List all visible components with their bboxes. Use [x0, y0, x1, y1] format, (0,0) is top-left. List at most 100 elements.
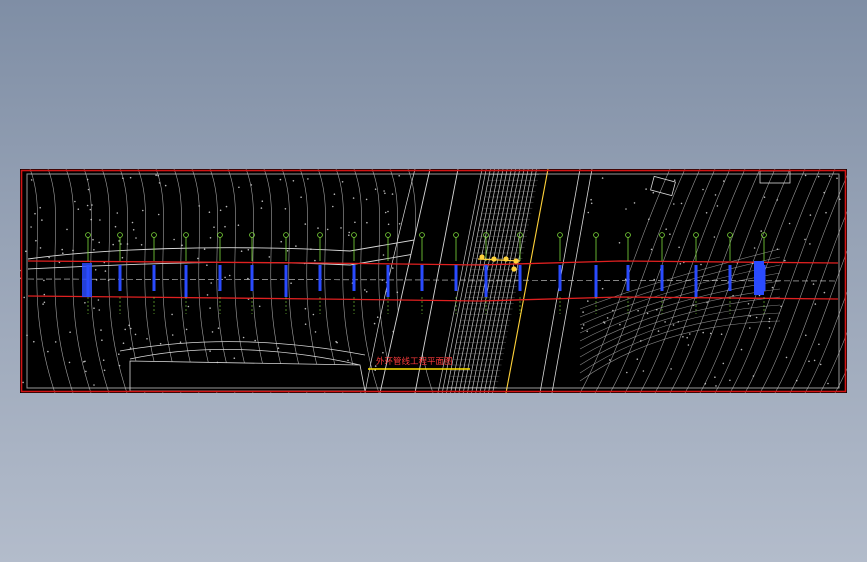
tree-symbol — [317, 227, 319, 229]
tree-symbol — [92, 238, 94, 241]
tree-symbol — [636, 358, 639, 360]
tree-symbol — [749, 315, 751, 317]
contour-line — [579, 312, 781, 374]
tree-symbol — [768, 320, 770, 323]
tree-symbol — [93, 307, 95, 309]
tree-symbol — [22, 381, 24, 384]
label-node — [283, 232, 289, 238]
section-marker — [558, 265, 562, 291]
tree-symbol — [314, 331, 317, 333]
contour-line — [155, 169, 182, 393]
railway-corridor — [437, 169, 593, 393]
tree-symbol — [392, 267, 394, 269]
tree-symbol — [69, 331, 71, 333]
section-marker — [152, 265, 156, 291]
tree-symbol — [155, 174, 157, 176]
tree-symbol — [587, 300, 589, 302]
label-node — [693, 232, 699, 238]
cad-plan-view: 外环管线工程平面图 — [20, 169, 847, 393]
tree-symbol — [114, 225, 117, 228]
tree-symbol — [304, 223, 307, 225]
tree-symbol — [788, 222, 791, 225]
label-node — [557, 232, 563, 238]
tree-symbol — [722, 362, 725, 365]
section-marker — [594, 265, 598, 297]
tree-symbol — [116, 212, 119, 214]
section-marker — [660, 265, 664, 291]
tree-symbol — [814, 303, 817, 305]
tree-symbol — [780, 305, 782, 308]
section-marker — [250, 265, 254, 291]
tree-symbol — [93, 249, 95, 251]
section-marker — [386, 265, 390, 297]
tree-symbol — [648, 218, 650, 221]
tree-symbol — [164, 184, 167, 187]
tree-symbol — [237, 224, 240, 226]
tree-symbol — [819, 363, 822, 366]
contour-line — [119, 169, 146, 393]
tree-symbol — [753, 247, 756, 249]
label-node — [727, 232, 733, 238]
tree-symbol — [673, 179, 676, 181]
tree-symbol — [335, 340, 337, 343]
tree-symbol — [720, 333, 723, 335]
tree-symbol — [279, 178, 282, 181]
tree-symbol — [206, 294, 209, 296]
tree-symbol — [157, 174, 159, 177]
road-edge — [551, 169, 593, 393]
tree-symbol — [39, 206, 41, 209]
tree-symbol — [347, 359, 349, 362]
tree-symbol — [103, 369, 106, 372]
label-node — [183, 232, 189, 238]
tree-symbol — [582, 324, 585, 326]
tree-symbol — [134, 333, 137, 336]
tree-symbol — [146, 338, 148, 340]
tree-symbol — [101, 339, 103, 341]
tree-symbol — [398, 223, 401, 225]
tree-symbol — [216, 361, 219, 364]
tree-symbol — [181, 244, 183, 247]
tree-symbol — [242, 336, 245, 339]
tree-symbol — [706, 301, 708, 304]
tree-symbol — [47, 350, 49, 353]
contour-line — [47, 169, 74, 393]
tree-symbol — [603, 321, 605, 323]
tree-symbol — [209, 350, 211, 352]
tree-symbol — [704, 382, 707, 385]
contour-line — [579, 304, 781, 366]
tree-symbol — [213, 226, 215, 228]
open-area — [129, 360, 366, 392]
tree-symbol — [809, 214, 812, 216]
tree-symbol — [709, 332, 712, 335]
contour-line — [335, 169, 362, 393]
tree-symbol — [217, 327, 220, 329]
label-node — [317, 232, 323, 238]
tree-symbol — [333, 193, 336, 195]
tree-symbol — [729, 379, 731, 382]
tree-symbol — [132, 229, 135, 231]
tree-symbol — [34, 212, 36, 215]
tree-symbol — [157, 213, 160, 216]
cad-drawing-sheet[interactable]: 外环管线工程平面图 — [20, 169, 847, 393]
tree-symbol — [290, 282, 292, 284]
tree-symbol — [104, 270, 107, 272]
canvas-viewport[interactable]: 外环管线工程平面图 — [0, 0, 867, 562]
tree-symbol — [131, 221, 134, 224]
tree-symbol — [387, 223, 390, 226]
tree-symbol — [673, 203, 675, 205]
tree-symbol — [91, 204, 93, 206]
section-marker — [626, 265, 630, 291]
tree-symbol — [723, 180, 725, 182]
tree-symbol — [66, 228, 68, 231]
section-marker — [352, 265, 356, 291]
label-node — [625, 232, 631, 238]
tree-symbol — [25, 250, 27, 253]
tree-symbol — [672, 324, 675, 326]
tree-symbol — [625, 208, 627, 210]
tree-symbol — [140, 244, 143, 246]
section-marker — [420, 265, 424, 291]
tree-symbol — [776, 199, 779, 201]
tree-symbol — [341, 181, 344, 183]
tree-symbol — [678, 246, 680, 249]
tree-symbol — [825, 211, 827, 214]
